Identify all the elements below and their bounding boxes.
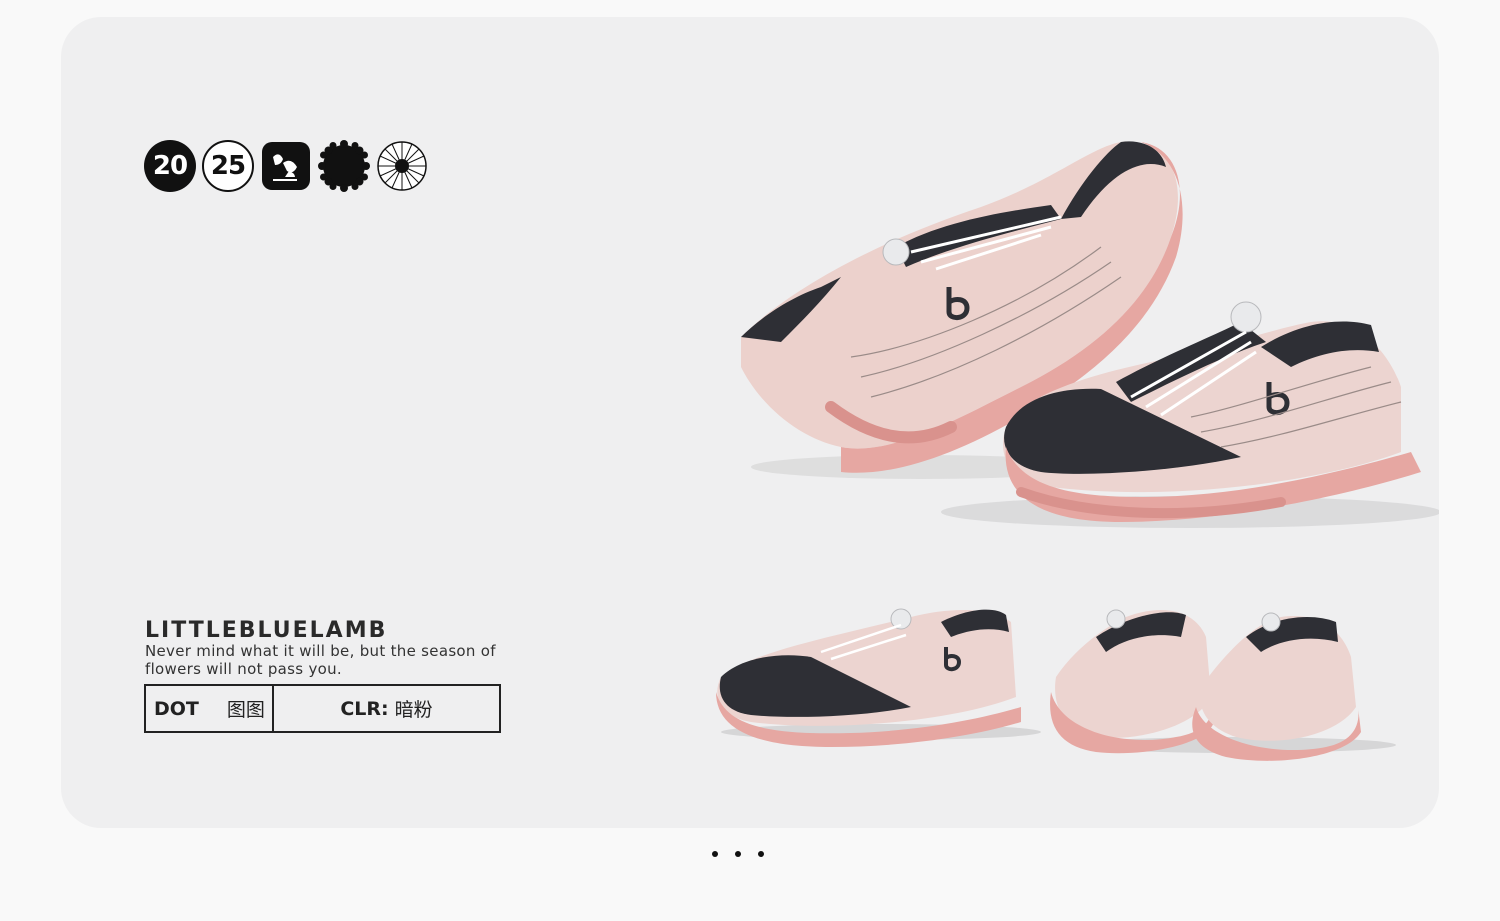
clr-label: CLR: (340, 697, 389, 720)
clr-value: 暗粉 (394, 699, 433, 721)
product-card: 20 25 littlebluelamb Never mind what it … (61, 17, 1439, 828)
brand-name: LITTLEBLUELAMB (145, 609, 388, 645)
brand-tagline: Never mind what it will be, but the seas… (145, 642, 496, 678)
carousel-pagination[interactable] (712, 851, 764, 857)
badge-row: 20 25 (144, 140, 428, 192)
dot-label: DOT (154, 697, 199, 720)
pagination-dot[interactable] (758, 851, 764, 857)
scalloped-seal-icon (318, 140, 370, 192)
pagination-dot[interactable] (712, 851, 718, 857)
side-sneaker-image (716, 608, 1041, 747)
feet-icon (260, 140, 312, 192)
hero-sneaker-image (741, 141, 1439, 528)
dot-cell: DOT 图图 (146, 686, 274, 731)
dot-value: 图图 (226, 699, 265, 721)
rear-sneaker-image (1050, 609, 1396, 761)
clr-cell: CLR: 暗粉 (274, 686, 499, 731)
pagination-dot[interactable] (735, 851, 741, 857)
year-badge-dark: 20 (144, 140, 196, 192)
spec-box: DOT 图图 CLR: 暗粉 (144, 684, 501, 733)
year-badge-light: 25 (202, 140, 254, 192)
year-part-2: 25 (210, 151, 246, 181)
year-part-1: 20 (152, 151, 188, 181)
sunburst-icon (376, 140, 428, 192)
